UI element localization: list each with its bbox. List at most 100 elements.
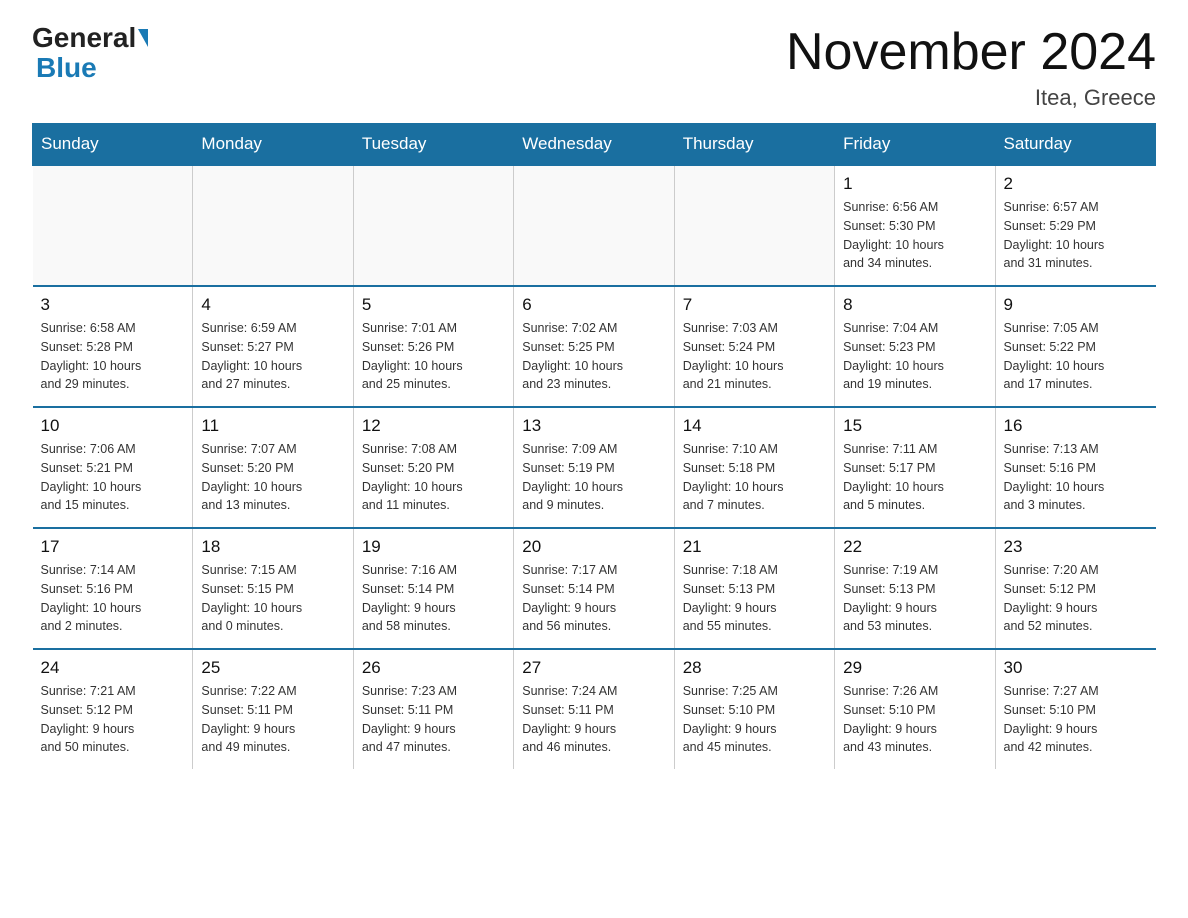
weekday-header-tuesday: Tuesday [353,124,513,166]
title-area: November 2024 Itea, Greece [786,24,1156,111]
calendar-cell: 4 Sunrise: 6:59 AM Sunset: 5:27 PM Daylig… [193,286,353,407]
weekday-header-friday: Friday [835,124,995,166]
logo-triangle-icon [138,29,148,47]
day-number: 13 [522,416,665,436]
day-number: 4 [201,295,344,315]
day-number: 11 [201,416,344,436]
day-info: Sunrise: 7:14 AM Sunset: 5:16 PM Dayligh… [41,561,185,636]
day-info: Sunrise: 7:21 AM Sunset: 5:12 PM Dayligh… [41,682,185,757]
calendar-cell [674,165,834,286]
calendar-table: SundayMondayTuesdayWednesdayThursdayFrid… [32,123,1156,769]
weekday-header-thursday: Thursday [674,124,834,166]
logo-blue-text: Blue [36,52,97,83]
day-info: Sunrise: 7:15 AM Sunset: 5:15 PM Dayligh… [201,561,344,636]
day-number: 24 [41,658,185,678]
calendar-cell [33,165,193,286]
calendar-cell: 21 Sunrise: 7:18 AM Sunset: 5:13 PM Dayli… [674,528,834,649]
day-info: Sunrise: 7:27 AM Sunset: 5:10 PM Dayligh… [1004,682,1148,757]
logo: General Blue [32,24,150,84]
calendar-cell: 29 Sunrise: 7:26 AM Sunset: 5:10 PM Dayli… [835,649,995,769]
calendar-cell: 25Sunrise: 7:22 AM Sunset: 5:11 PM Dayli… [193,649,353,769]
day-info: Sunrise: 6:57 AM Sunset: 5:29 PM Dayligh… [1004,198,1148,273]
day-number: 23 [1004,537,1148,557]
weekday-header-row: SundayMondayTuesdayWednesdayThursdayFrid… [33,124,1156,166]
day-info: Sunrise: 7:05 AM Sunset: 5:22 PM Dayligh… [1004,319,1148,394]
day-info: Sunrise: 7:10 AM Sunset: 5:18 PM Dayligh… [683,440,826,515]
day-number: 25 [201,658,344,678]
calendar-cell: 3 Sunrise: 6:58 AM Sunset: 5:28 PM Daylig… [33,286,193,407]
day-info: Sunrise: 7:03 AM Sunset: 5:24 PM Dayligh… [683,319,826,394]
calendar-cell: 13Sunrise: 7:09 AM Sunset: 5:19 PM Dayli… [514,407,674,528]
calendar-cell: 8 Sunrise: 7:04 AM Sunset: 5:23 PM Daylig… [835,286,995,407]
day-number: 22 [843,537,986,557]
day-number: 7 [683,295,826,315]
day-info: Sunrise: 7:06 AM Sunset: 5:21 PM Dayligh… [41,440,185,515]
day-number: 17 [41,537,185,557]
day-number: 5 [362,295,505,315]
day-number: 19 [362,537,505,557]
day-info: Sunrise: 7:08 AM Sunset: 5:20 PM Dayligh… [362,440,505,515]
day-info: Sunrise: 6:58 AM Sunset: 5:28 PM Dayligh… [41,319,185,394]
day-info: Sunrise: 7:02 AM Sunset: 5:25 PM Dayligh… [522,319,665,394]
week-row-1: 1 Sunrise: 6:56 AM Sunset: 5:30 PM Daylig… [33,165,1156,286]
day-info: Sunrise: 7:23 AM Sunset: 5:11 PM Dayligh… [362,682,505,757]
day-info: Sunrise: 6:59 AM Sunset: 5:27 PM Dayligh… [201,319,344,394]
calendar-cell: 17 Sunrise: 7:14 AM Sunset: 5:16 PM Dayli… [33,528,193,649]
calendar-cell: 28 Sunrise: 7:25 AM Sunset: 5:10 PM Dayli… [674,649,834,769]
day-number: 28 [683,658,826,678]
logo-general-text: General [32,24,136,52]
calendar-cell: 16 Sunrise: 7:13 AM Sunset: 5:16 PM Dayli… [995,407,1155,528]
day-number: 16 [1004,416,1148,436]
calendar-cell: 24 Sunrise: 7:21 AM Sunset: 5:12 PM Dayli… [33,649,193,769]
calendar-cell: 15 Sunrise: 7:11 AM Sunset: 5:17 PM Dayli… [835,407,995,528]
calendar-cell: 23 Sunrise: 7:20 AM Sunset: 5:12 PM Dayli… [995,528,1155,649]
day-info: Sunrise: 7:17 AM Sunset: 5:14 PM Dayligh… [522,561,665,636]
location-subtitle: Itea, Greece [786,85,1156,111]
day-number: 26 [362,658,505,678]
calendar-cell: 6 Sunrise: 7:02 AM Sunset: 5:25 PM Daylig… [514,286,674,407]
page-header: General Blue November 2024 Itea, Greece [32,24,1156,111]
day-number: 29 [843,658,986,678]
day-info: Sunrise: 7:26 AM Sunset: 5:10 PM Dayligh… [843,682,986,757]
day-info: Sunrise: 7:18 AM Sunset: 5:13 PM Dayligh… [683,561,826,636]
day-info: Sunrise: 7:11 AM Sunset: 5:17 PM Dayligh… [843,440,986,515]
day-number: 6 [522,295,665,315]
calendar-cell [353,165,513,286]
calendar-cell: 11Sunrise: 7:07 AM Sunset: 5:20 PM Dayli… [193,407,353,528]
day-info: Sunrise: 7:20 AM Sunset: 5:12 PM Dayligh… [1004,561,1148,636]
calendar-cell: 14Sunrise: 7:10 AM Sunset: 5:18 PM Dayli… [674,407,834,528]
calendar-cell: 5Sunrise: 7:01 AM Sunset: 5:26 PM Daylig… [353,286,513,407]
day-info: Sunrise: 7:19 AM Sunset: 5:13 PM Dayligh… [843,561,986,636]
day-number: 30 [1004,658,1148,678]
day-number: 8 [843,295,986,315]
day-number: 2 [1004,174,1148,194]
calendar-cell: 20 Sunrise: 7:17 AM Sunset: 5:14 PM Dayli… [514,528,674,649]
calendar-cell: 30 Sunrise: 7:27 AM Sunset: 5:10 PM Dayli… [995,649,1155,769]
calendar-cell [514,165,674,286]
day-info: Sunrise: 7:16 AM Sunset: 5:14 PM Dayligh… [362,561,505,636]
weekday-header-wednesday: Wednesday [514,124,674,166]
day-info: Sunrise: 7:24 AM Sunset: 5:11 PM Dayligh… [522,682,665,757]
calendar-cell: 2 Sunrise: 6:57 AM Sunset: 5:29 PM Daylig… [995,165,1155,286]
calendar-cell: 27Sunrise: 7:24 AM Sunset: 5:11 PM Dayli… [514,649,674,769]
calendar-cell: 10Sunrise: 7:06 AM Sunset: 5:21 PM Dayli… [33,407,193,528]
day-info: Sunrise: 7:04 AM Sunset: 5:23 PM Dayligh… [843,319,986,394]
day-info: Sunrise: 7:13 AM Sunset: 5:16 PM Dayligh… [1004,440,1148,515]
day-number: 15 [843,416,986,436]
day-number: 21 [683,537,826,557]
week-row-3: 10Sunrise: 7:06 AM Sunset: 5:21 PM Dayli… [33,407,1156,528]
day-info: Sunrise: 7:25 AM Sunset: 5:10 PM Dayligh… [683,682,826,757]
day-number: 20 [522,537,665,557]
day-number: 9 [1004,295,1148,315]
day-number: 3 [41,295,185,315]
weekday-header-monday: Monday [193,124,353,166]
calendar-cell: 7 Sunrise: 7:03 AM Sunset: 5:24 PM Daylig… [674,286,834,407]
day-info: Sunrise: 6:56 AM Sunset: 5:30 PM Dayligh… [843,198,986,273]
calendar-cell: 18Sunrise: 7:15 AM Sunset: 5:15 PM Dayli… [193,528,353,649]
page-title: November 2024 [786,24,1156,81]
day-number: 1 [843,174,986,194]
weekday-header-sunday: Sunday [33,124,193,166]
calendar-cell: 19 Sunrise: 7:16 AM Sunset: 5:14 PM Dayli… [353,528,513,649]
day-number: 12 [362,416,505,436]
week-row-5: 24 Sunrise: 7:21 AM Sunset: 5:12 PM Dayli… [33,649,1156,769]
